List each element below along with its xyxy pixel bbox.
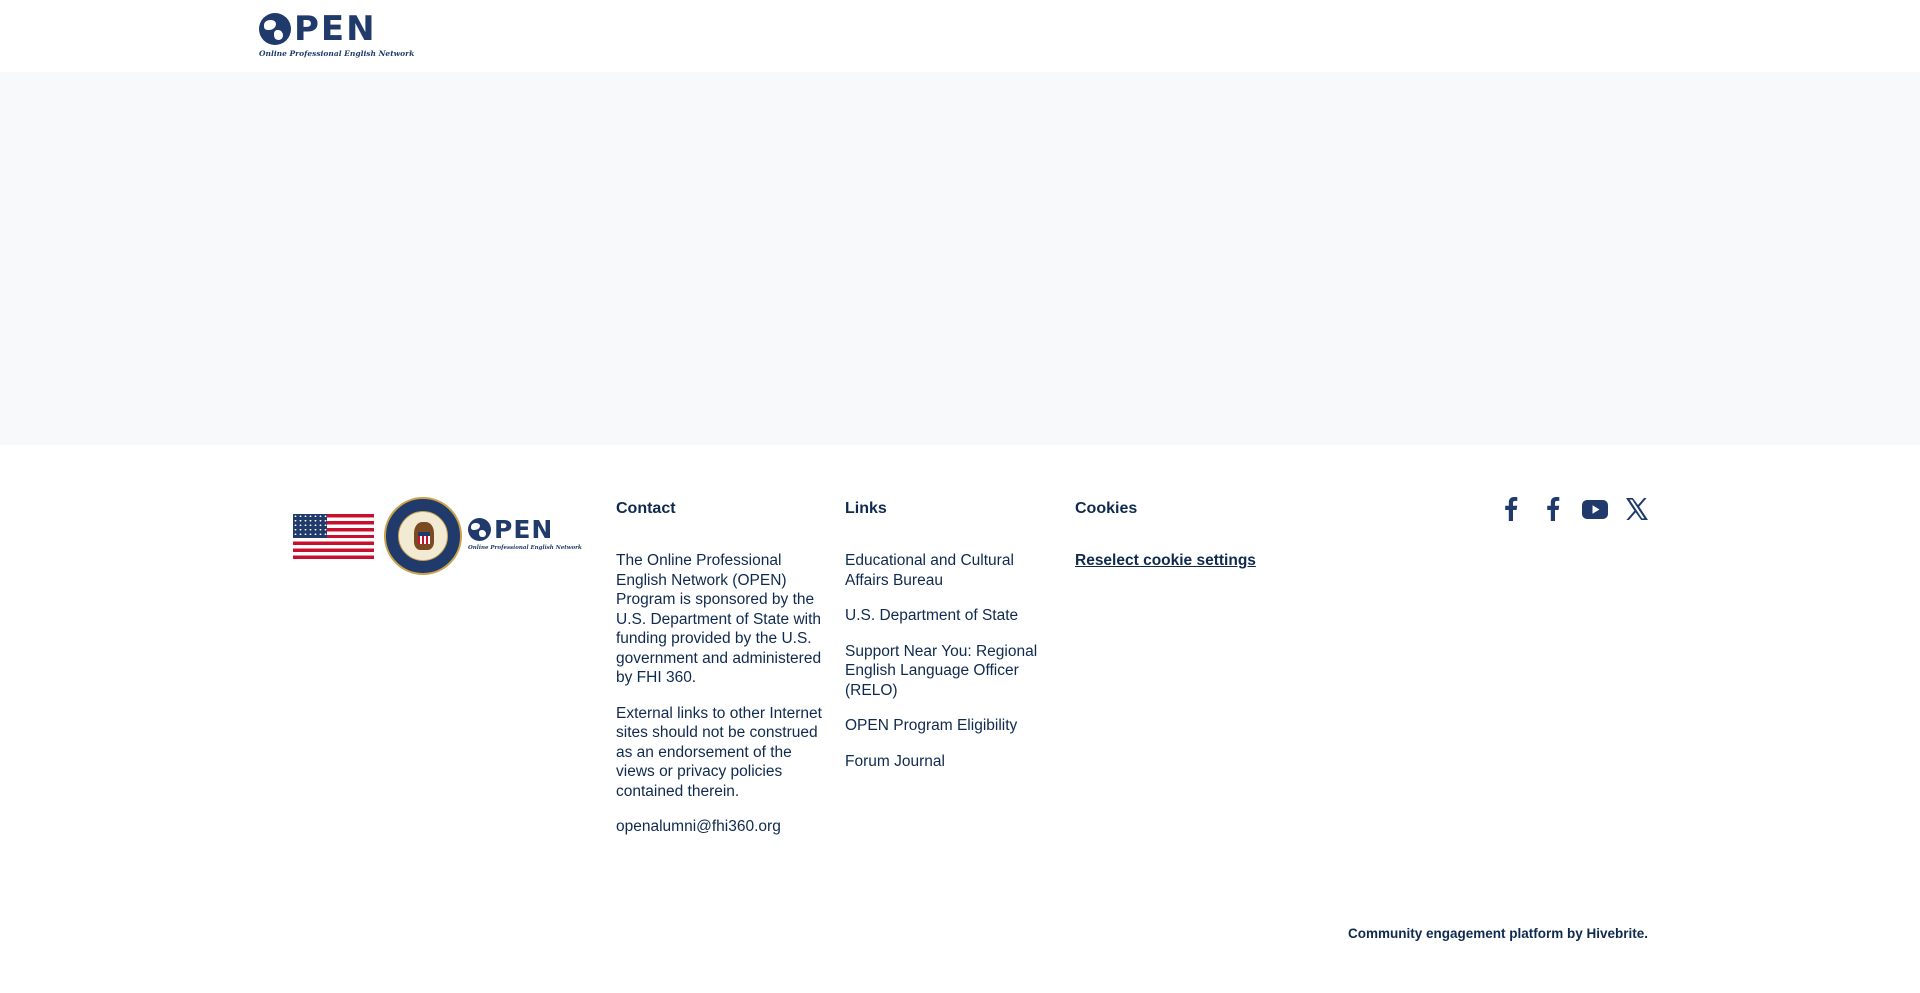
reselect-cookie-settings-link[interactable]: Reselect cookie settings [1075,552,1256,569]
seal-inner [398,511,448,561]
globe-icon [468,518,491,541]
globe-icon [259,13,291,45]
flag-canton [293,514,327,538]
x-icon[interactable] [1624,496,1650,522]
site-footer: PEN Online Professional English Network … [0,445,1920,993]
footer-contact-column: Contact The Online Professional English … [616,499,826,853]
open-logo[interactable]: PEN Online Professional English Network [259,12,414,62]
footer-open-logo: PEN Online Professional English Network [468,517,582,557]
site-header: PEN Online Professional English Network [0,0,1920,72]
facebook-icon[interactable] [1498,496,1524,522]
footer-logo-letters: PEN [494,515,554,544]
link-eca-bureau[interactable]: Educational and Cultural Affairs Bureau [845,551,1055,590]
logo-tagline: Online Professional English Network [259,49,415,58]
link-open-eligibility[interactable]: OPEN Program Eligibility [845,716,1055,736]
footer-logo-tagline: Online Professional English Network [468,545,582,551]
shield-icon [418,532,430,544]
open-logo-wordmark: PEN [259,12,377,46]
cookies-heading: Cookies [1075,500,1138,517]
link-relo-support[interactable]: Support Near You: Regional English Langu… [845,642,1055,701]
footer-links-column: Links Educational and Cultural Affairs B… [845,499,1055,787]
contact-disclaimer-text: External links to other Internet sites s… [616,704,822,800]
contact-sponsor-text: The Online Professional English Network … [616,552,822,686]
link-forum-journal[interactable]: Forum Journal [845,752,1055,772]
footer-open-wordmark: PEN [468,517,553,542]
contact-heading: Contact [616,500,676,517]
main-content-area [0,72,1920,445]
footer-cookies-column: Cookies Reselect cookie settings [1075,499,1315,571]
links-heading: Links [845,500,887,517]
facebook-icon[interactable] [1540,496,1566,522]
social-links [1498,496,1650,522]
powered-by-hivebrite[interactable]: Community engagement platform by Hivebri… [1348,925,1648,942]
link-us-department-of-state[interactable]: U.S. Department of State [845,606,1055,626]
logo-letters: PEN [294,9,377,49]
youtube-icon[interactable] [1582,496,1608,522]
us-flag-icon [293,514,374,559]
contact-email[interactable]: openalumni@fhi360.org [616,817,826,837]
department-of-state-seal-icon [384,497,462,575]
footer-logos: PEN Online Professional English Network [293,497,582,577]
